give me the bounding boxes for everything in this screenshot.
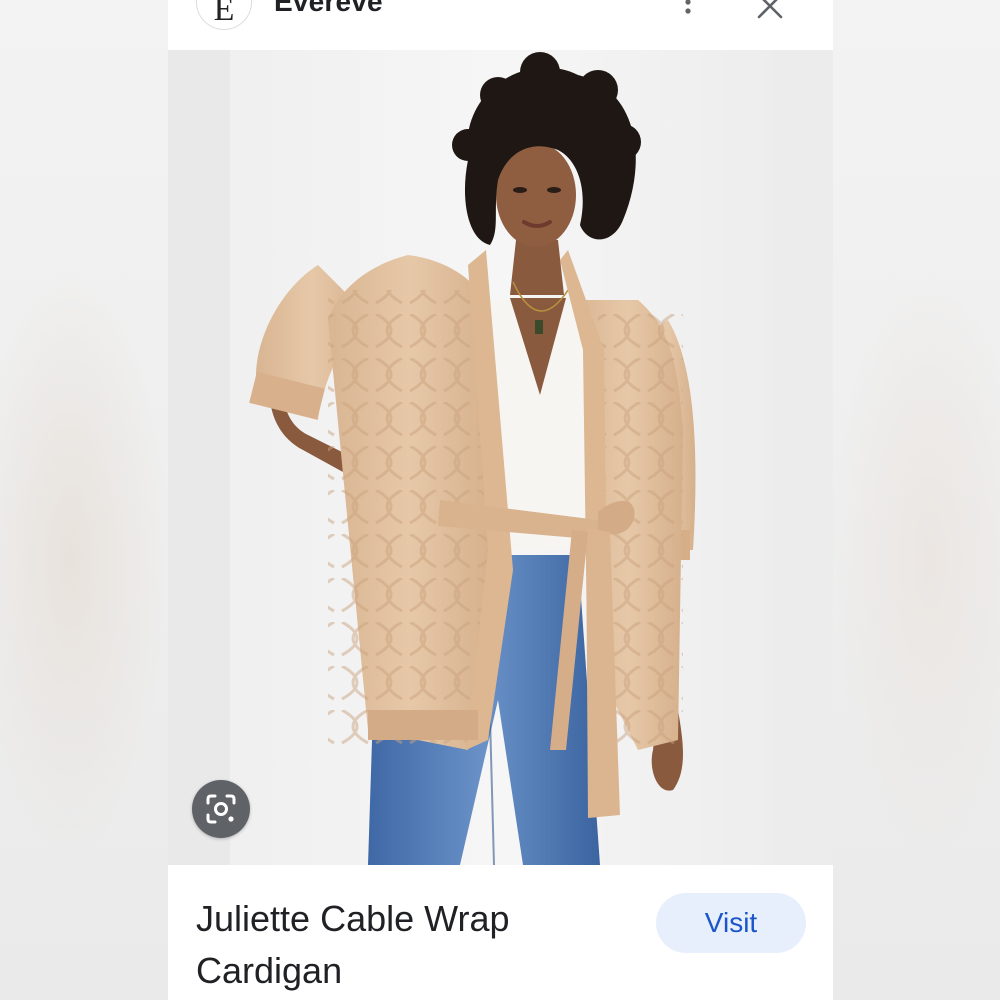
site-logo-initial: E	[213, 0, 235, 28]
product-title[interactable]: Juliette Cable Wrap Cardigan	[196, 893, 616, 997]
site-name[interactable]: Evereve	[274, 0, 383, 18]
lens-button[interactable]	[192, 780, 250, 838]
close-icon[interactable]	[756, 0, 784, 20]
image-preview-card: E Evereve Juliette Cable Wrap Cardigan V…	[168, 0, 833, 1000]
product-image[interactable]	[168, 50, 833, 865]
visit-button[interactable]: Visit	[656, 893, 806, 953]
site-logo[interactable]: E	[196, 0, 252, 30]
more-vert-icon[interactable]	[680, 0, 696, 22]
preview-header: E Evereve	[168, 0, 833, 50]
product-info: Juliette Cable Wrap Cardigan Visit	[168, 865, 833, 1000]
model-illustration	[168, 50, 833, 865]
lens-search-icon	[206, 794, 236, 824]
